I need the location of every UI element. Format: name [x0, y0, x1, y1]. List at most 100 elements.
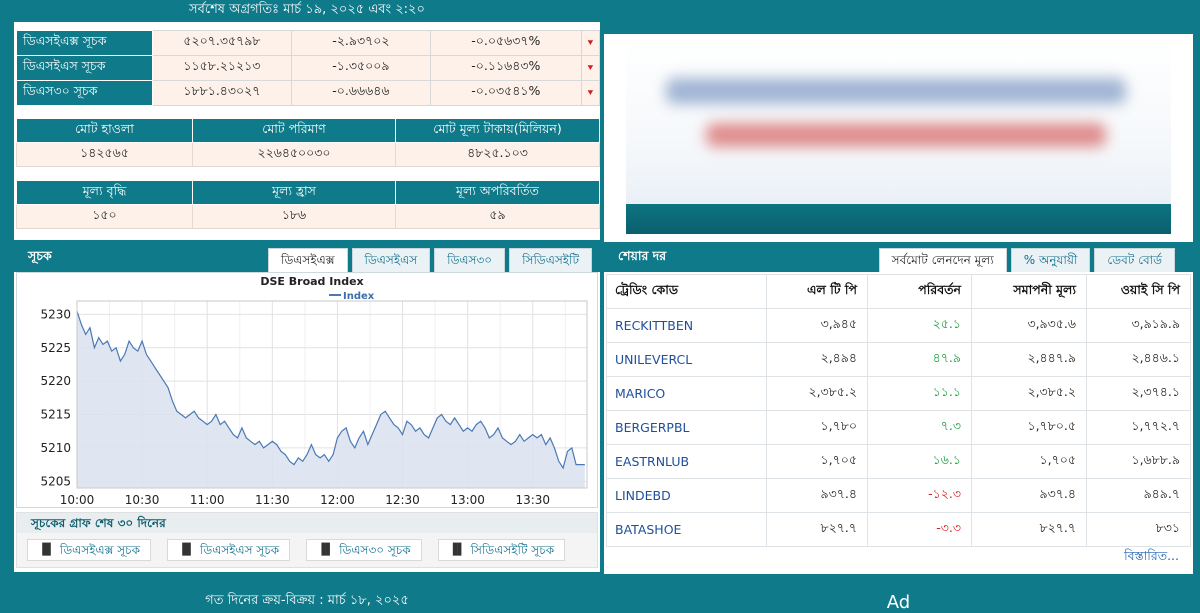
- bottom-ad-bar[interactable]: Ad: [604, 588, 1193, 613]
- ltp: ১,৭৮০: [766, 410, 868, 445]
- tab-dses[interactable]: ডিএসইএস: [351, 248, 431, 272]
- col-header: পরিবর্তন: [867, 274, 972, 309]
- trade-summary-table: মোট হাওলা মোট পরিমাণ মোট মূল্য টাকায়(মি…: [16, 118, 600, 167]
- col-header: এল টি পি: [766, 274, 868, 309]
- change: -১২.৩: [867, 478, 972, 513]
- graph-link-label: ডিএসইএস সূচক: [199, 543, 280, 557]
- bar-chart-icon: ▐▌: [317, 543, 335, 556]
- trade-value: ১৪২৫৬৫: [16, 142, 193, 167]
- down-arrow-icon: ⯆: [580, 55, 601, 81]
- close-price: ৯৩৭.৪: [971, 478, 1087, 513]
- price-header: মূল্য বৃদ্ধি: [16, 180, 193, 205]
- trading-code[interactable]: LINDEBD: [606, 478, 767, 513]
- trading-code[interactable]: UNILEVERCL: [606, 342, 767, 377]
- change: ৪৭.৯: [867, 342, 972, 377]
- ycp: ১,৬৮৮.৯: [1086, 444, 1191, 479]
- share-table: ট্রেডিং কোড এল টি পি পরিবর্তন সমাপনী মূল…: [606, 274, 1191, 547]
- x-tick-label: 11:30: [255, 493, 290, 507]
- graph-link-dses[interactable]: ▐▌ ডিএসইএস সূচক: [167, 539, 291, 561]
- trading-code[interactable]: BATASHOE: [606, 512, 767, 547]
- ad-banner-base: [626, 204, 1171, 234]
- index-pct: -০.০৫৬৩৭%: [429, 30, 582, 56]
- index-chart[interactable]: 10:00 10:30 11:00 11:30 12:00 12:30 13:00 13:30…: [16, 272, 598, 508]
- right-frame: [1193, 0, 1200, 613]
- price-header: মূল্য হ্রাস: [192, 180, 396, 205]
- price-value: ১৫০: [16, 204, 193, 229]
- tab-debt-board[interactable]: ডেবট বোর্ড: [1094, 248, 1175, 272]
- trading-code[interactable]: EASTRNLUB: [606, 444, 767, 479]
- index-pct: -০.১১৬৪৩%: [429, 55, 582, 81]
- table-row[interactable]: BATASHOE ৮২৭.৭ -৩.৩ ৮২৭.৭ ৮৩১: [606, 512, 1191, 547]
- tab-cdset[interactable]: সিডিএসইটি: [509, 248, 592, 272]
- share-price-panel: শেয়ার দর সর্বমোট লেনদেন মূল্য % অনুযায়…: [604, 242, 1193, 574]
- trading-code[interactable]: MARICO: [606, 376, 767, 411]
- ad-blurred-text: [706, 123, 1106, 147]
- y-tick-label: 5210: [40, 441, 71, 455]
- down-arrow-icon: ⯆: [580, 80, 601, 106]
- footer-divider: [14, 572, 600, 588]
- ycp: ১,৭৭২.৭: [1086, 410, 1191, 445]
- tab-dsex[interactable]: ডিএসইএক্স: [268, 248, 348, 272]
- close-price: ২,৩৮৫.২: [971, 376, 1087, 411]
- graph-links: ▐▌ ডিএসইএক্স সূচক ▐▌ ডিএসইএস সূচক ▐▌ ডিএস৩০…: [17, 533, 597, 567]
- index-row: ডিএসইএক্স সূচক ৫২০৭.৩৫৭৯৮ -২.৯৩৭০২ -০.০৫৬৩৭…: [16, 30, 601, 56]
- close-price: ২,৪৪৭.৯: [971, 342, 1087, 377]
- graph-30days-section: সূচকের গ্রাফ শেষ ৩০ দিনের ▐▌ ডিএসইএক্স সূ…: [16, 512, 598, 568]
- trade-value: ২২৬৪৫০০৩০: [192, 142, 396, 167]
- footer-divider: [604, 574, 1193, 588]
- x-tick-label: 10:30: [125, 493, 160, 507]
- table-row[interactable]: BERGERPBL ১,৭৮০ ৭.৩ ১,৭৮০.৫ ১,৭৭২.৭: [606, 410, 1191, 445]
- index-change: -০.৬৬৬৪৬: [290, 80, 431, 106]
- trade-header: মোট পরিমাণ: [192, 118, 396, 143]
- market-summary: সর্বশেষ অগ্রগতিঃ মার্চ ১৯, ২০২৫ এবং ২:২০…: [14, 0, 601, 240]
- change: ৭.৩: [867, 410, 972, 445]
- index-pct: -০.০৩৫৪১%: [429, 80, 582, 106]
- index-name[interactable]: ডিএস৩০ সূচক: [16, 80, 153, 106]
- ycp: ২,৪৪৬.১: [1086, 342, 1191, 377]
- table-row[interactable]: LINDEBD ৯৩৭.৪ -১২.৩ ৯৩৭.৪ ৯৪৯.৭: [606, 478, 1191, 513]
- graph-30days-title: সূচকের গ্রাফ শেষ ৩০ দিনের: [17, 513, 597, 533]
- close-price: ১,৭৮০.৫: [971, 410, 1087, 445]
- share-tabs: সর্বমোট লেনদেন মূল্য % অনুযায়ী ডেবট বোর…: [878, 248, 1175, 272]
- trading-code[interactable]: BERGERPBL: [606, 410, 767, 445]
- table-row[interactable]: UNILEVERCL ২,৪৯৪ ৪৭.৯ ২,৪৪৭.৯ ২,৪৪৬.১: [606, 342, 1191, 377]
- tab-total-value[interactable]: সর্বমোট লেনদেন মূল্য: [878, 248, 1007, 272]
- x-tick-label: 12:00: [320, 493, 355, 507]
- table-row[interactable]: MARICO ২,৩৮৫.২ ১১.১ ২,৩৮৫.২ ২,৩৭৪.১: [606, 376, 1191, 411]
- price-summary-table: মূল্য বৃদ্ধি মূল্য হ্রাস মূল্য অপরিবর্তি…: [16, 180, 600, 229]
- ad-banner-image[interactable]: [626, 38, 1171, 234]
- tab-ds30[interactable]: ডিএস৩০: [434, 248, 506, 272]
- index-value: ৫২০৭.৩৫৭৯৮: [151, 30, 292, 56]
- y-tick-label: 5205: [40, 474, 71, 488]
- ltp: ৯৩৭.৪: [766, 478, 868, 513]
- graph-link-ds30[interactable]: ▐▌ ডিএস৩০ সূচক: [306, 539, 422, 561]
- y-tick-label: 5230: [40, 307, 71, 321]
- change: ১১.১: [867, 376, 972, 411]
- tab-percent[interactable]: % অনুযায়ী: [1010, 248, 1091, 272]
- graph-link-dsex[interactable]: ▐▌ ডিএসইএক্স সূচক: [27, 539, 152, 561]
- index-name[interactable]: ডিএসইএক্স সূচক: [16, 30, 153, 56]
- graph-link-cdset[interactable]: ▐▌ সিডিএসইটি সূচক: [437, 539, 566, 561]
- x-tick-label: 10:00: [60, 493, 95, 507]
- index-table: ডিএসইএক্স সূচক ৫২০৭.৩৫৭৯৮ -২.৯৩৭০২ -০.০৫৬৩৭…: [16, 30, 601, 106]
- x-tick-label: 11:00: [190, 493, 225, 507]
- trade-header: মোট হাওলা: [16, 118, 193, 143]
- top-advertisement[interactable]: [604, 0, 1193, 236]
- price-header: মূল্য অপরিবর্তিত: [395, 180, 600, 205]
- x-tick-label: 13:30: [515, 493, 550, 507]
- price-value: ৫৯: [395, 204, 600, 229]
- latest-update-banner: সর্বশেষ অগ্রগতিঃ মার্চ ১৯, ২০২৫ এবং ২:২০: [14, 0, 600, 22]
- index-value: ১১৫৮.২১২১৩: [151, 55, 292, 81]
- index-change: -১.৩৫০০৯: [290, 55, 431, 81]
- y-tick-label: 5225: [40, 341, 71, 355]
- change: -৩.৩: [867, 512, 972, 547]
- table-row[interactable]: EASTRNLUB ১,৭০৫ ১৬.১ ১,৭০৫ ১,৬৮৮.৯: [606, 444, 1191, 479]
- share-panel-title: শেয়ার দর: [618, 248, 667, 263]
- ltp: ৮২৭.৭: [766, 512, 868, 547]
- trading-code[interactable]: RECKITTBEN: [606, 308, 767, 343]
- index-name[interactable]: ডিএসইএস সূচক: [16, 55, 153, 81]
- ycp: ৩,৯১৯.৯: [1086, 308, 1191, 343]
- table-row[interactable]: RECKITTBEN ৩,৯৪৫ ২৫.১ ৩,৯৩৫.৬ ৩,৯১৯.৯: [606, 308, 1191, 343]
- col-header: সমাপনী মূল্য: [971, 274, 1087, 309]
- details-link[interactable]: বিস্তারিত...: [1124, 548, 1179, 568]
